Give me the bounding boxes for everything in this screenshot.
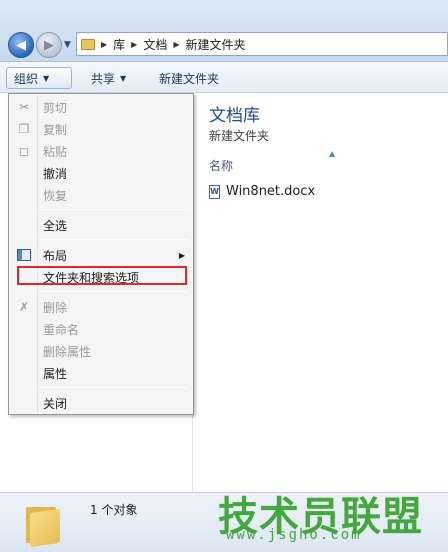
menu-item-label: 撤消 bbox=[43, 166, 68, 181]
file-list-pane[interactable]: 文档库 新建文件夹 ▲ 名称 W Win8net.docx bbox=[193, 93, 448, 492]
organize-label: 组织 bbox=[14, 71, 39, 86]
word-doc-icon: W bbox=[209, 184, 220, 199]
paste-icon: ◻ bbox=[19, 144, 29, 158]
menu-separator bbox=[39, 239, 189, 240]
address-bar[interactable]: ▶ 库 ▶ 文档 ▶ 新建文件夹 bbox=[76, 32, 448, 56]
folder-icon bbox=[26, 501, 60, 548]
menu-item-label: 剪切 bbox=[43, 100, 68, 115]
new-folder-label: 新建文件夹 bbox=[159, 71, 220, 86]
menu-item-layout[interactable]: 布局 ▶ bbox=[11, 245, 191, 265]
title-bar: ◀ ▶ ▼ ▶ 库 ▶ 文档 ▶ 新建文件夹 bbox=[0, 0, 448, 62]
organize-menu: ✂ 剪切 ❐ 复制 ◻ 粘贴 撤消 恢复 全选 布局 ▶ 文件夹和搜索选项 ✗ … bbox=[8, 93, 194, 415]
item-count: 1 个对象 bbox=[90, 503, 138, 517]
command-bar: 组织 ▼ 共享 ▼ 新建文件夹 bbox=[0, 63, 448, 93]
menu-item-label: 粘贴 bbox=[43, 144, 68, 159]
share-label: 共享 bbox=[91, 71, 116, 86]
highlight-annotation-box bbox=[17, 266, 187, 285]
menu-item-label: 删除属性 bbox=[43, 344, 92, 359]
file-name: Win8net.docx bbox=[226, 184, 316, 199]
menu-item-select-all[interactable]: 全选 bbox=[11, 215, 191, 235]
share-button[interactable]: 共享 ▼ bbox=[84, 67, 133, 89]
menu-item-label: 全选 bbox=[43, 218, 68, 233]
breadcrumb-separator-icon[interactable]: ▶ bbox=[101, 40, 107, 49]
breadcrumb-new-folder[interactable]: 新建文件夹 bbox=[186, 36, 246, 53]
menu-item-label: 删除 bbox=[43, 300, 68, 315]
menu-item-redo[interactable]: 恢复 bbox=[11, 185, 191, 205]
menu-item-label: 复制 bbox=[43, 122, 68, 137]
menu-separator bbox=[39, 291, 189, 292]
menu-item-remove-properties[interactable]: 删除属性 bbox=[11, 341, 191, 361]
arrow-right-icon: ▶ bbox=[44, 37, 54, 53]
folder-icon bbox=[81, 38, 95, 50]
menu-item-label: 属性 bbox=[43, 366, 68, 381]
breadcrumb-documents[interactable]: 文档 bbox=[143, 36, 167, 53]
watermark-url: www.jsgho.com bbox=[226, 527, 362, 543]
menu-item-close[interactable]: 关闭 bbox=[11, 393, 191, 413]
column-header-name[interactable]: 名称 bbox=[209, 157, 233, 174]
menu-item-undo[interactable]: 撤消 bbox=[11, 163, 191, 183]
menu-item-cut[interactable]: ✂ 剪切 bbox=[11, 97, 191, 117]
menu-item-rename[interactable]: 重命名 bbox=[11, 319, 191, 339]
menu-item-label: 布局 bbox=[43, 248, 68, 263]
layout-icon bbox=[16, 247, 32, 263]
library-subtitle: 新建文件夹 bbox=[209, 129, 270, 143]
menu-item-copy[interactable]: ❐ 复制 bbox=[11, 119, 191, 139]
recent-pages-dropdown[interactable]: ▼ bbox=[64, 40, 71, 50]
file-list-item[interactable]: W Win8net.docx bbox=[209, 184, 315, 199]
chevron-down-icon: ▼ bbox=[43, 73, 50, 83]
submenu-arrow-icon: ▶ bbox=[178, 250, 185, 260]
menu-item-label: 重命名 bbox=[43, 322, 80, 337]
menu-item-paste[interactable]: ◻ 粘贴 bbox=[11, 141, 191, 161]
menu-item-properties[interactable]: 属性 bbox=[11, 363, 191, 383]
back-button[interactable]: ◀ bbox=[8, 32, 34, 58]
breadcrumb-library[interactable]: 库 bbox=[113, 36, 125, 53]
arrow-left-icon: ◀ bbox=[16, 37, 26, 53]
breadcrumb-separator-icon[interactable]: ▶ bbox=[131, 40, 137, 49]
menu-separator bbox=[39, 209, 189, 210]
library-title: 文档库 bbox=[209, 106, 260, 126]
organize-button[interactable]: 组织 ▼ bbox=[6, 67, 72, 89]
menu-item-label: 关闭 bbox=[43, 396, 68, 411]
sort-ascending-icon: ▲ bbox=[329, 149, 336, 158]
menu-item-delete[interactable]: ✗ 删除 bbox=[11, 297, 191, 317]
chevron-down-icon: ▼ bbox=[120, 73, 127, 83]
forward-button[interactable]: ▶ bbox=[36, 32, 62, 58]
breadcrumb-separator-icon[interactable]: ▶ bbox=[173, 40, 179, 49]
menu-separator bbox=[39, 387, 189, 388]
menu-item-label: 恢复 bbox=[43, 188, 68, 203]
copy-icon: ❐ bbox=[18, 122, 30, 136]
new-folder-button[interactable]: 新建文件夹 bbox=[152, 67, 226, 89]
scissors-icon: ✂ bbox=[18, 100, 30, 114]
delete-x-icon: ✗ bbox=[18, 300, 30, 314]
